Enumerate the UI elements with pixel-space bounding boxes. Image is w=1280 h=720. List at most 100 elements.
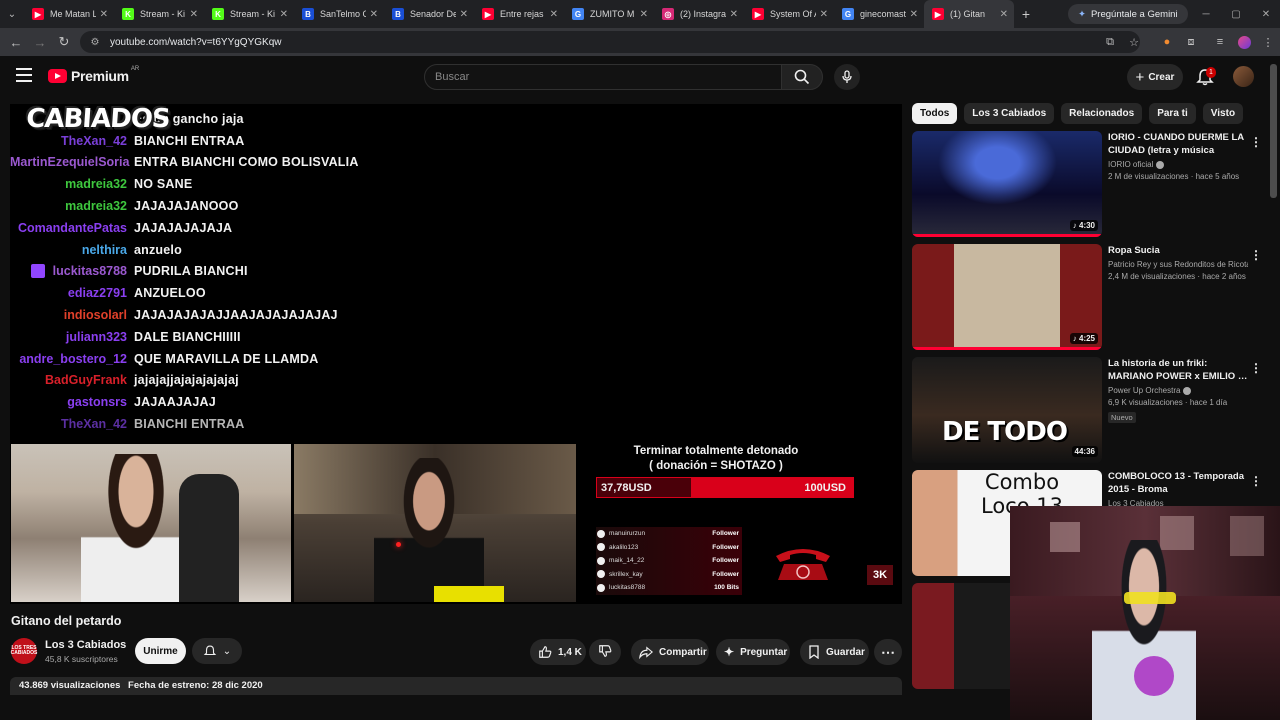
browser-tab[interactable]: K Stream - Ki ✕ <box>114 0 204 28</box>
browser-tab[interactable]: Gginecomast ✕ <box>834 0 924 28</box>
tab-label: Entre rejas <box>500 9 544 19</box>
join-button[interactable]: Unirme <box>135 638 186 664</box>
install-app-icon[interactable]: ⧉ <box>1099 31 1121 53</box>
recommended-channel[interactable]: IORIO oficial <box>1108 160 1248 169</box>
recommended-video[interactable]: ♪ 4:30 IORIO - CUANDO DUERME LA CIUDAD (l… <box>912 131 1274 237</box>
channel-name[interactable]: Los 3 Cabiados <box>45 639 126 651</box>
notification-count-badge: 1 <box>1206 67 1216 78</box>
tab-close-icon[interactable]: ✕ <box>460 9 468 20</box>
view-count: 43.869 visualizaciones <box>19 680 121 691</box>
browser-tab[interactable]: B Senador De ✕ <box>384 0 474 28</box>
more-options-icon[interactable]: ⋮ <box>1250 248 1262 262</box>
tab-close-icon[interactable]: ✕ <box>640 9 648 20</box>
browser-menu-icon[interactable]: ⋮ <box>1257 31 1279 53</box>
recommended-title[interactable]: COMBOLOCO 13 - Temporada 2015 - Broma <box>1108 470 1248 496</box>
tab-close-icon[interactable]: ✕ <box>190 9 198 20</box>
more-options-icon[interactable]: ⋮ <box>1250 135 1262 149</box>
follower-type: 100 Bits <box>714 584 739 592</box>
recommended-video[interactable]: DE TODO 44:36 La historia de un friki: MAR… <box>912 357 1274 463</box>
dislike-button[interactable] <box>589 639 621 665</box>
browser-tab[interactable]: K Stream - Ki ✕ <box>204 0 294 28</box>
youtube-logo[interactable]: Premium AR <box>48 66 139 84</box>
subscription-notifications-button[interactable]: ⌄ <box>192 638 242 664</box>
recommended-channel[interactable]: Patricio Rey y sus Redonditos de Ricota <box>1108 260 1248 269</box>
voice-search-button[interactable] <box>834 64 860 90</box>
video-thumbnail[interactable]: ♪ 4:25 <box>912 244 1102 350</box>
browser-tab[interactable]: B SanTelmo C ✕ <box>294 0 384 28</box>
video-info: Ropa Sucia Patricio Rey y sus Redonditos … <box>1108 244 1248 281</box>
like-button[interactable]: 1,4 K <box>530 639 586 665</box>
goal-title-line: Terminar totalmente detonado <box>633 445 799 457</box>
filter-chip[interactable]: Todos <box>912 103 958 124</box>
search-input[interactable] <box>435 71 781 83</box>
url-input[interactable]: ⚙ youtube.com/watch?v=t6YYgQYGKqw <box>80 31 1140 53</box>
reload-icon[interactable]: ↻ <box>52 30 76 54</box>
maximize-icon[interactable]: ▢ <box>1220 0 1252 28</box>
filter-chip[interactable]: Para ti <box>1149 103 1196 124</box>
tab-close-icon[interactable]: ✕ <box>100 9 108 20</box>
recommended-video[interactable]: ♪ 4:25 Ropa Sucia Patricio Rey y sus Redon… <box>912 244 1274 350</box>
chat-username-text: gastonsrs <box>67 395 127 410</box>
tab-search-button[interactable]: ⌄ <box>0 0 24 28</box>
filter-chip[interactable]: Los 3 Cabiados <box>964 103 1055 124</box>
browser-tab[interactable]: ▶ (1) Gitan ✕ <box>924 0 1014 28</box>
tab-favicon-icon: ▶ <box>752 8 764 20</box>
verified-check-icon <box>1156 160 1165 169</box>
browser-tab[interactable]: ▶ Entre rejas ✕ <box>474 0 564 28</box>
filter-chip[interactable]: Relacionados <box>1061 103 1143 124</box>
video-title: Gitano del petardo <box>11 614 122 628</box>
recommended-title[interactable]: IORIO - CUANDO DUERME LA CIUDAD (letra y… <box>1108 131 1248 157</box>
video-thumbnail[interactable]: DE TODO 44:36 <box>912 357 1102 463</box>
browser-tab[interactable]: ▶ Me Matan L ✕ <box>24 0 114 28</box>
site-info-icon[interactable]: ⚙ <box>88 35 102 49</box>
media-controls-icon[interactable]: ≡ <box>1209 31 1231 53</box>
gemini-button[interactable]: ✦ Pregúntale a Gemini <box>1068 4 1188 24</box>
recommended-title[interactable]: La historia de un friki: MARIANO POWER x… <box>1108 357 1248 383</box>
browser-tab[interactable]: ◎ (2) Instagra ✕ <box>654 0 744 28</box>
tab-close-icon[interactable]: ✕ <box>820 9 828 20</box>
chat-username-text: nelthira <box>81 242 127 257</box>
tab-label: SanTelmo C <box>320 9 366 19</box>
tab-close-icon[interactable]: ✕ <box>550 9 558 20</box>
recommended-channel[interactable]: Power Up Orchestra <box>1108 386 1248 395</box>
tab-close-icon[interactable]: ✕ <box>910 9 918 20</box>
extension-icon[interactable]: ● <box>1156 31 1178 53</box>
follower-type: Follower <box>712 557 739 565</box>
more-actions-icon[interactable]: ⋯ <box>874 639 902 665</box>
tab-close-icon[interactable]: ✕ <box>280 9 288 20</box>
tab-close-icon[interactable]: ✕ <box>730 9 738 20</box>
tab-label: Senador De <box>410 9 456 19</box>
more-options-icon[interactable]: ⋮ <box>1250 474 1262 488</box>
page-scrollbar[interactable] <box>1270 64 1277 198</box>
save-button[interactable]: Guardar <box>800 639 869 665</box>
extensions-puzzle-icon[interactable]: ⧈ <box>1180 31 1202 53</box>
profile-icon[interactable] <box>1233 31 1255 53</box>
account-avatar[interactable] <box>1233 66 1254 87</box>
menu-icon[interactable] <box>16 68 32 82</box>
follower-row: maik_14_22 Follower <box>596 554 742 568</box>
follower-name: manuirurzun <box>609 530 646 538</box>
video-thumbnail[interactable]: ♪ 4:30 <box>912 131 1102 237</box>
new-tab-button[interactable]: + <box>1014 6 1038 22</box>
forward-icon[interactable]: → <box>28 30 52 54</box>
video-description-box[interactable]: 43.869 visualizaciones Fecha de estreno:… <box>10 677 902 695</box>
channel-avatar[interactable]: LOS TRES CABIADOS <box>11 638 37 664</box>
minimize-icon[interactable]: ─ <box>1190 0 1222 28</box>
close-window-icon[interactable]: ✕ <box>1250 0 1280 28</box>
more-options-icon[interactable]: ⋮ <box>1250 361 1262 375</box>
search-button[interactable] <box>781 64 823 90</box>
browser-tab[interactable]: ▶ System Of A ✕ <box>744 0 834 28</box>
bookmark-star-icon[interactable]: ☆ <box>1123 31 1145 53</box>
ask-button[interactable]: ✦ Preguntar <box>716 639 790 665</box>
chat-username-text: MartinEzequielSoria <box>10 155 130 170</box>
follower-row: manuirurzun Follower <box>596 527 742 541</box>
browser-tab[interactable]: G ZUMITO M ✕ <box>564 0 654 28</box>
share-button[interactable]: Compartir <box>631 639 709 665</box>
recommended-title[interactable]: Ropa Sucia <box>1108 244 1248 257</box>
tab-close-icon[interactable]: ✕ <box>1000 9 1008 20</box>
filter-chip[interactable]: Visto <box>1202 103 1244 124</box>
back-icon[interactable]: ← <box>4 30 28 54</box>
video-player[interactable]: Es un gancho jaja TheXan_42 BIANCHI ENTRAA… <box>10 104 902 604</box>
tab-close-icon[interactable]: ✕ <box>370 9 378 20</box>
create-button[interactable]: + Crear <box>1127 64 1183 90</box>
